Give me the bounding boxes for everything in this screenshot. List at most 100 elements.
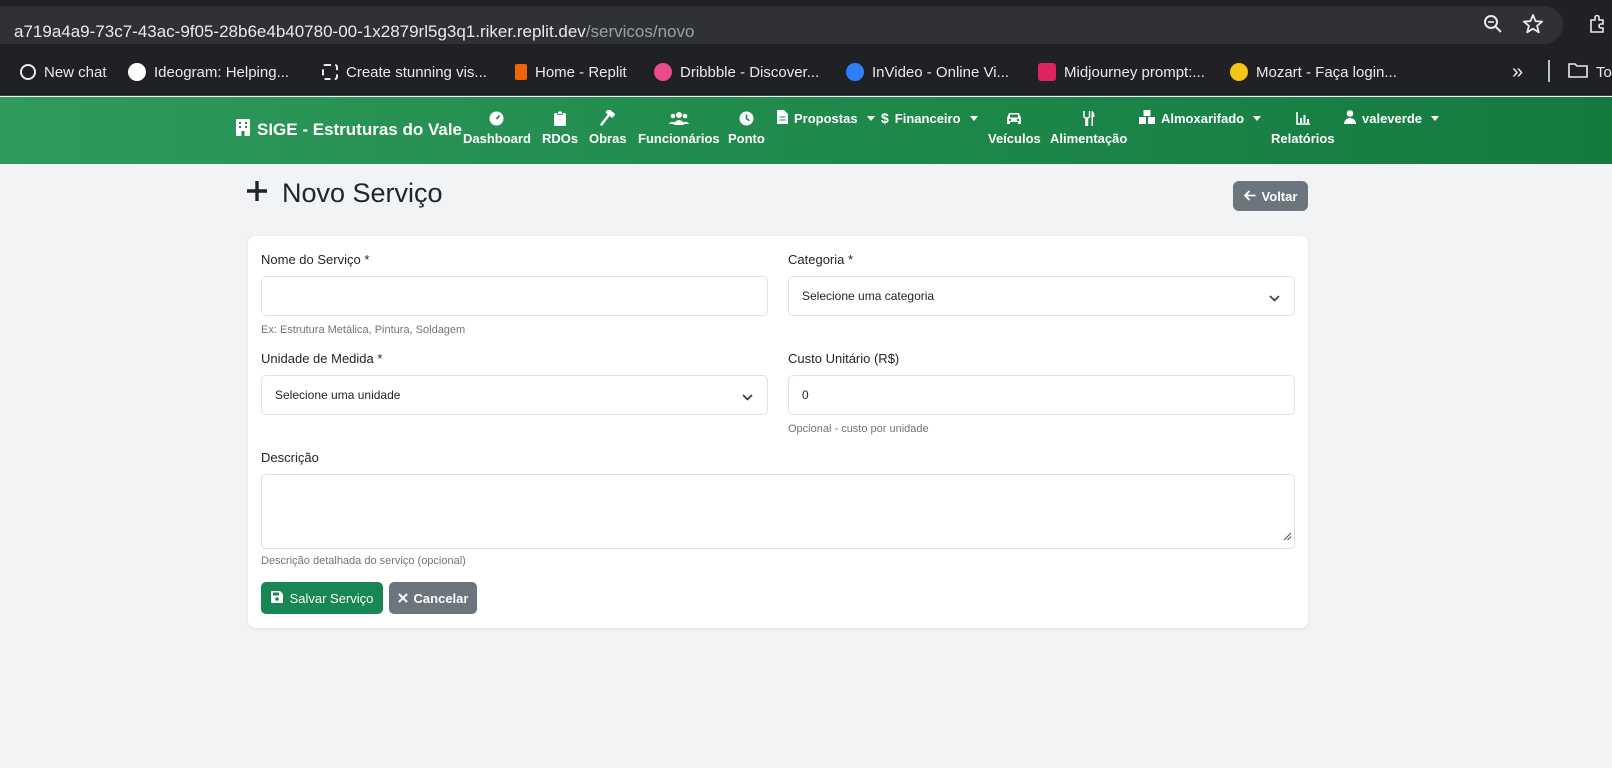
browser-toolbar: a719a4a9-73c7-43ac-9f05-28b6e4b40780-00-… <box>0 0 1612 48</box>
bookmarks-divider <box>1548 60 1550 82</box>
bookmark-folder[interactable]: To <box>1568 60 1612 84</box>
url-text[interactable]: a719a4a9-73c7-43ac-9f05-28b6e4b40780-00-… <box>14 22 694 42</box>
nav-label: Propostas <box>794 111 858 126</box>
bookmark-item[interactable]: Mozart - Faça login... <box>1230 60 1397 84</box>
resize-handle-icon[interactable] <box>1283 528 1292 546</box>
custo-help-text: Opcional - custo por unidade <box>788 423 929 435</box>
bookmark-label: Midjourney prompt:... <box>1064 63 1205 81</box>
chevron-down-icon <box>1269 291 1280 305</box>
bookmarks-overflow-button[interactable]: » <box>1512 60 1523 84</box>
bookmark-label: Mozart - Faça login... <box>1256 63 1397 81</box>
nav-label: Veículos <box>988 131 1041 146</box>
bookmark-label: Ideogram: Helping... <box>154 63 290 81</box>
bookmarks-bar: New chat Ideogram: Helping... Create stu… <box>0 48 1612 96</box>
nav-obras[interactable]: Obras <box>589 109 627 146</box>
nav-veiculos[interactable]: Veículos <box>988 109 1041 146</box>
unidade-select[interactable]: Selecione uma unidade <box>261 375 768 415</box>
nav-label: RDOs <box>542 131 579 146</box>
clipboard-icon <box>554 109 567 127</box>
bookmark-star-icon[interactable] <box>1522 13 1544 40</box>
dribbble-icon <box>654 63 672 81</box>
nav-rdos[interactable]: RDOs <box>542 109 578 146</box>
save-service-button[interactable]: Salvar Serviço <box>261 582 383 614</box>
bookmark-item[interactable]: Midjourney prompt:... <box>1038 60 1205 84</box>
brand-link[interactable]: SIGE - Estruturas do Vale <box>236 119 462 141</box>
nome-help-text: Ex: Estrutura Metálica, Pintura, Soldage… <box>261 324 466 336</box>
brand-name: SIGE - Estruturas do Vale <box>257 120 463 139</box>
custo-unitario-input[interactable]: 0 <box>788 375 1295 415</box>
invideo-icon <box>846 63 864 81</box>
nav-alimentacao[interactable]: Alimentação <box>1050 109 1127 146</box>
cancel-label: Cancelar <box>413 590 469 606</box>
file-icon <box>777 110 788 127</box>
user-menu-dropdown[interactable]: valeverde <box>1344 110 1439 127</box>
users-icon <box>668 109 689 127</box>
replit-icon <box>515 64 527 80</box>
utensils-icon <box>1082 109 1095 127</box>
cancel-button[interactable]: Cancelar <box>389 582 477 614</box>
bookmark-label: InVideo - Online Vi... <box>872 63 1010 81</box>
extensions-icon[interactable] <box>1588 14 1608 39</box>
chart-icon <box>1295 109 1310 127</box>
bookmark-item[interactable]: New chat <box>20 60 107 84</box>
nav-label: Obras <box>589 131 627 146</box>
categoria-selected: Selecione uma categoria <box>802 289 935 303</box>
caret-down-icon <box>969 115 978 121</box>
arrow-left-icon <box>1243 189 1256 204</box>
bookmark-label: Dribbble - Discover... <box>680 63 820 81</box>
nome-servico-input[interactable] <box>261 276 768 316</box>
nav-almoxarifado-dropdown[interactable]: Almoxarifado <box>1139 110 1262 127</box>
unidade-label: Unidade de Medida * <box>261 351 383 366</box>
midjourney-icon <box>1038 63 1056 81</box>
clock-icon <box>739 109 754 127</box>
nav-label: Relatórios <box>1271 131 1335 146</box>
bookmark-item[interactable]: Ideogram: Helping... <box>128 60 289 84</box>
service-form-card: Nome do Serviço * Ex: Estrutura Metálica… <box>248 236 1308 628</box>
user-name: valeverde <box>1362 111 1422 126</box>
boxes-icon <box>1139 110 1155 127</box>
nav-label: Dashboard <box>463 131 531 146</box>
folder-label: To <box>1596 63 1612 81</box>
chevron-down-icon <box>742 390 753 404</box>
plus-icon <box>246 178 268 209</box>
bookmark-label: Home - Replit <box>535 63 627 81</box>
caret-down-icon <box>1253 116 1262 121</box>
address-bar[interactable]: a719a4a9-73c7-43ac-9f05-28b6e4b40780-00-… <box>0 6 1563 44</box>
bookmark-label: Create stunning vis... <box>346 63 487 81</box>
caret-down-icon <box>866 116 875 121</box>
caret-down-icon <box>1431 116 1439 121</box>
back-button[interactable]: Voltar <box>1233 181 1308 211</box>
app-navbar: SIGE - Estruturas do Vale Dashboard RDOs… <box>0 97 1612 164</box>
nav-relatorios[interactable]: Relatórios <box>1271 109 1335 146</box>
nav-propostas-dropdown[interactable]: Propostas <box>777 110 875 127</box>
nav-ponto[interactable]: Ponto <box>728 109 765 146</box>
custo-label: Custo Unitário (R$) <box>788 351 900 366</box>
bookmark-item[interactable]: Home - Replit <box>515 60 627 84</box>
nav-label: Alimentação <box>1050 131 1128 146</box>
bookmark-item[interactable]: Dribbble - Discover... <box>654 60 819 84</box>
page-title-text: Novo Serviço <box>282 178 443 208</box>
nav-label: Funcionários <box>638 131 720 146</box>
user-icon <box>1344 110 1356 127</box>
nav-label: Financeiro <box>894 110 961 126</box>
nav-label: Almoxarifado <box>1161 111 1245 126</box>
nome-label: Nome do Serviço * <box>261 252 370 267</box>
gauge-icon <box>489 109 504 127</box>
nav-financeiro-dropdown[interactable]: $ Financeiro <box>881 110 978 126</box>
bookmark-item[interactable]: InVideo - Online Vi... <box>846 60 1009 84</box>
descricao-help-text: Descrição detalhada do serviço (opcional… <box>261 555 466 567</box>
categoria-select[interactable]: Selecione uma categoria <box>788 276 1295 316</box>
categoria-label: Categoria * <box>788 252 854 267</box>
nav-dashboard[interactable]: Dashboard <box>463 109 531 146</box>
car-icon <box>1006 109 1022 127</box>
openai-icon <box>20 64 36 80</box>
url-host: a719a4a9-73c7-43ac-9f05-28b6e4b40780-00-… <box>14 22 586 41</box>
building-icon <box>236 119 250 141</box>
bookmark-item[interactable]: Create stunning vis... <box>322 60 487 84</box>
ideogram-icon <box>128 63 146 81</box>
descricao-textarea[interactable] <box>261 474 1295 549</box>
zoom-icon[interactable] <box>1483 14 1503 39</box>
hammer-icon <box>600 109 616 127</box>
frame-icon <box>322 64 338 80</box>
nav-funcionarios[interactable]: Funcionários <box>638 109 720 146</box>
